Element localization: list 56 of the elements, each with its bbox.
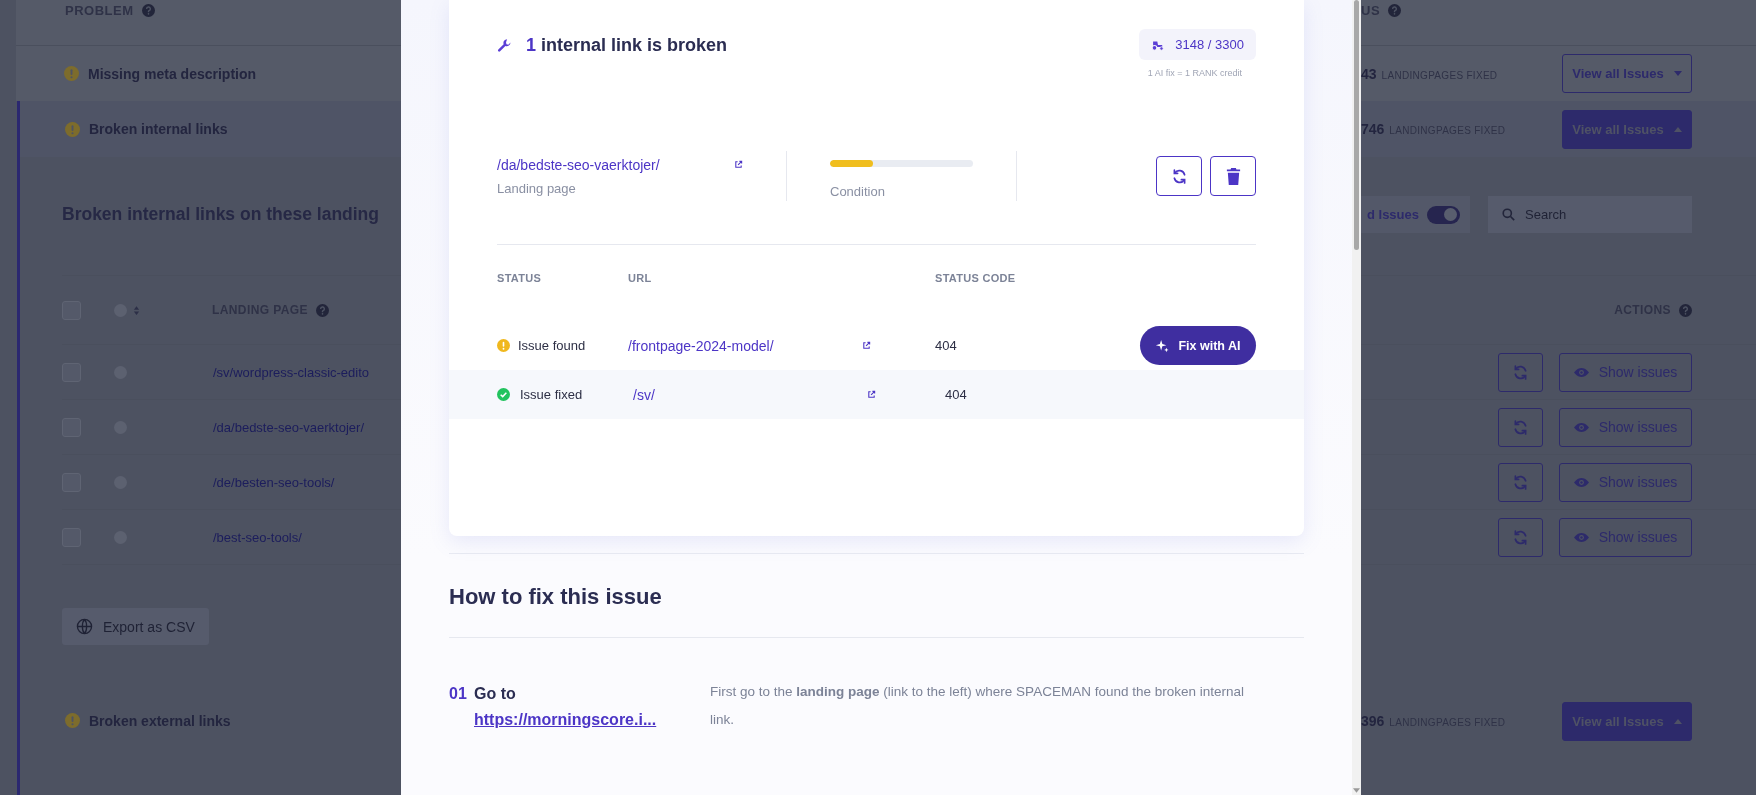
external-link-icon[interactable] xyxy=(862,341,871,350)
sort-icon[interactable] xyxy=(133,304,140,316)
status-code: 404 xyxy=(935,338,958,353)
section-heading: How to fix this issue xyxy=(449,584,663,610)
eye-icon xyxy=(1573,422,1589,432)
search-icon xyxy=(1502,208,1515,221)
fix-with-ai-button[interactable]: Fix with AI xyxy=(1140,326,1256,365)
help-icon xyxy=(315,303,329,317)
step-link[interactable]: https://morningscore.i... xyxy=(474,711,710,729)
wrench-icon xyxy=(497,37,512,53)
external-link-icon[interactable] xyxy=(867,390,876,399)
caret-icon xyxy=(1673,718,1682,724)
trash-icon xyxy=(1224,167,1242,185)
export-button[interactable]: Export as CSV xyxy=(62,608,209,645)
help-icon xyxy=(141,4,155,17)
url-link[interactable]: /frontpage-2024-model/ xyxy=(628,337,774,354)
scroll-arrow-icon[interactable] xyxy=(1353,788,1360,793)
url-link[interactable]: /sv/ xyxy=(633,386,655,403)
step-description: First go to the landing page (link to the left) where SPACEMAN found the broken internal link. xyxy=(710,683,1245,729)
warning-icon xyxy=(64,66,79,81)
globe-icon xyxy=(76,618,93,635)
check-icon xyxy=(497,388,510,401)
refresh-button[interactable] xyxy=(1156,156,1202,196)
eye-icon xyxy=(1573,532,1589,542)
refresh-icon xyxy=(1512,528,1529,546)
landing-page-label: Landing page xyxy=(497,180,577,196)
modal-title: 1 internal link is broken xyxy=(497,34,728,56)
external-link-icon[interactable] xyxy=(734,160,743,169)
landing-page-link[interactable]: /da/bedste-seo-vaerktojer/ xyxy=(497,156,660,173)
column-header: STATUS CODE xyxy=(935,272,1017,284)
warning-icon xyxy=(65,121,80,137)
scrollbar[interactable] xyxy=(1352,0,1361,795)
column-header: URL xyxy=(628,272,653,284)
warning-icon xyxy=(65,713,80,728)
condition-label: Condition xyxy=(830,183,886,199)
help-icon xyxy=(1388,4,1402,17)
status-text: Issue found xyxy=(518,338,586,353)
refresh-icon xyxy=(1512,473,1529,491)
delete-button[interactable] xyxy=(1210,156,1256,196)
help-icon xyxy=(1679,303,1692,317)
status-code: 404 xyxy=(945,387,968,402)
refresh-icon xyxy=(1512,363,1529,381)
caret-icon xyxy=(1673,71,1682,76)
credits-badge: 3148 / 3300 xyxy=(1139,29,1256,60)
step-title: Go to xyxy=(474,685,517,703)
sparkle-icon xyxy=(1155,338,1170,353)
eye-icon xyxy=(1573,367,1589,377)
search-field[interactable]: Search xyxy=(1488,196,1692,233)
credit-note: 1 AI fix = 1 RANK credit xyxy=(1147,68,1242,78)
refresh-icon xyxy=(1512,418,1529,436)
column-header: STATUS xyxy=(497,272,543,284)
step-number: 01 xyxy=(449,685,468,703)
caret-icon xyxy=(1673,126,1682,132)
eye-icon xyxy=(1573,477,1589,487)
status-text: Issue fixed xyxy=(520,387,583,402)
warning-icon xyxy=(497,339,510,352)
